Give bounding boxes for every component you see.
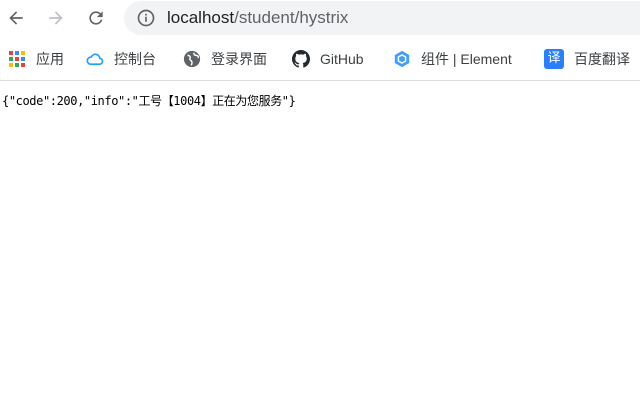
bookmark-translate[interactable]: 译 百度翻译 — [544, 48, 630, 70]
url-host: localhost — [167, 8, 235, 27]
info-icon[interactable] — [136, 8, 156, 28]
url-path: /student/hystrix — [234, 8, 349, 27]
bookmark-github[interactable]: GitHub — [292, 48, 364, 70]
bookmark-label: 控制台 — [114, 51, 156, 67]
address-bar[interactable]: localhost/student/hystrix — [124, 1, 640, 35]
forward-button[interactable] — [42, 4, 70, 32]
url-text[interactable]: localhost/student/hystrix — [167, 7, 348, 29]
bookmark-console[interactable]: 控制台 — [86, 48, 156, 70]
bookmark-label: 百度翻译 — [574, 51, 630, 67]
bookmark-label: GitHub — [320, 51, 364, 67]
bookmarks-bar: 应用 控制台 登录界面 GitHub 组件 | Element 译 百度翻译 — [0, 42, 640, 76]
element-icon — [394, 50, 410, 68]
back-button[interactable] — [2, 4, 30, 32]
reload-icon — [89, 11, 103, 25]
apps-grid-icon — [9, 51, 25, 67]
arrow-left-icon — [9, 11, 23, 25]
bookmark-login[interactable]: 登录界面 — [183, 48, 267, 70]
bookmark-label: 应用 — [36, 51, 64, 67]
reload-button[interactable] — [82, 4, 110, 32]
bookmark-label: 组件 | Element — [421, 51, 512, 67]
toolbar-divider — [0, 80, 640, 81]
browser-toolbar: localhost/student/hystrix — [0, 0, 640, 37]
arrow-right-icon — [49, 11, 63, 25]
globe-icon — [183, 50, 201, 68]
cloud-icon — [86, 53, 104, 66]
bookmark-element[interactable]: 组件 | Element — [393, 48, 512, 70]
bookmark-apps[interactable]: 应用 — [8, 48, 64, 70]
page-body-text: {"code":200,"info":"工号【1004】正在为您服务"} — [2, 94, 296, 108]
github-icon — [292, 50, 310, 68]
translate-icon: 译 — [544, 49, 564, 69]
bookmark-label: 登录界面 — [211, 51, 267, 67]
